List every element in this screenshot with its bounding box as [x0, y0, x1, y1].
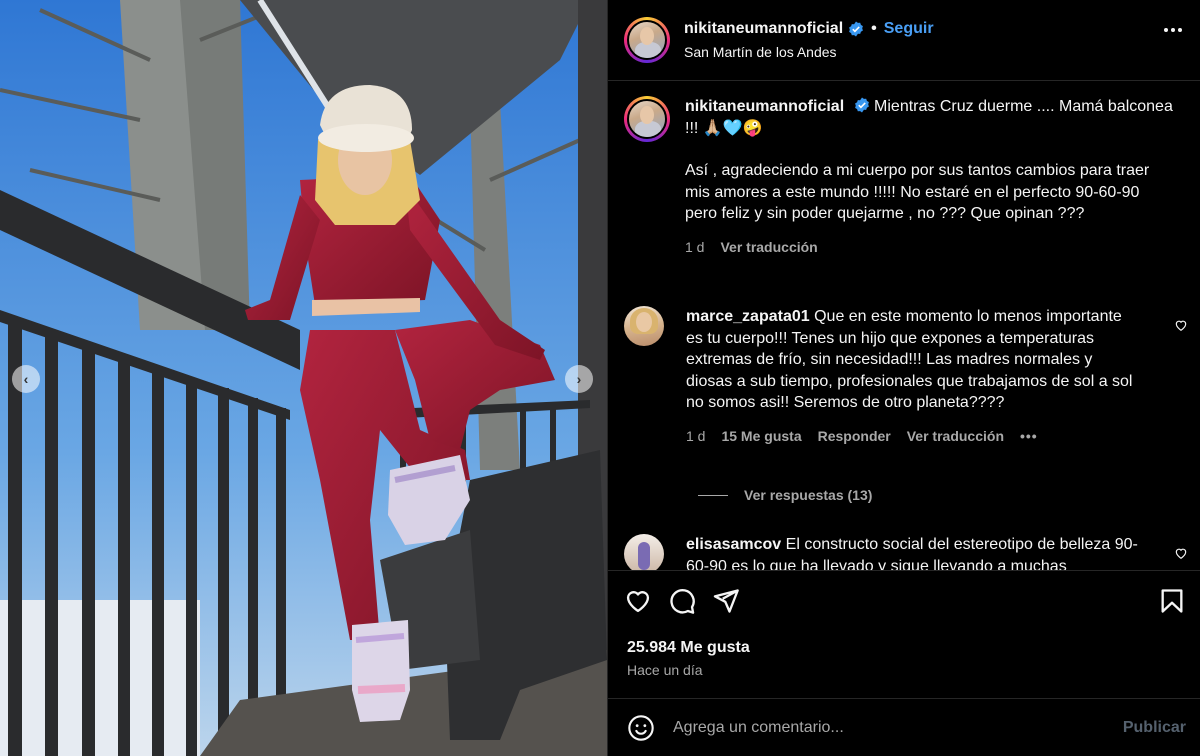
- caption-avatar[interactable]: [624, 96, 670, 142]
- caption-translate-link[interactable]: Ver traducción: [720, 237, 817, 259]
- commenter-username[interactable]: marce_zapata01: [686, 308, 810, 325]
- comment-input[interactable]: [673, 718, 1093, 737]
- comment-like-heart-icon[interactable]: [1174, 546, 1188, 560]
- publish-button[interactable]: Publicar: [1123, 719, 1186, 737]
- comment-item: elisasamcov El constructo social del est…: [624, 534, 1141, 570]
- verified-icon: [854, 97, 870, 113]
- post-details-panel: nikitaneumannoficial • Seguir San Martín…: [607, 0, 1200, 756]
- comments-list[interactable]: nikitaneumannoficial Mientras Cruz duerm…: [608, 82, 1200, 570]
- heart-icon[interactable]: [624, 587, 652, 615]
- post-timestamp: Hace un día: [627, 662, 703, 678]
- more-options-icon[interactable]: [1164, 28, 1182, 32]
- reply-button[interactable]: Responder: [818, 426, 891, 448]
- previous-photo-button[interactable]: ‹: [12, 365, 40, 393]
- comment-item: marce_zapata01 Que en este momento lo me…: [624, 306, 1141, 447]
- comment-translate-link[interactable]: Ver traducción: [907, 426, 1004, 448]
- likes-count[interactable]: 25.984 Me gusta: [627, 639, 750, 657]
- replies-divider: [698, 494, 728, 496]
- comment-likes[interactable]: 15 Me gusta: [721, 426, 801, 448]
- comment-composer: Publicar: [608, 698, 1200, 756]
- share-icon[interactable]: [712, 587, 740, 615]
- emoji-icon[interactable]: [627, 714, 655, 742]
- commenter-avatar[interactable]: [624, 534, 664, 570]
- caption: nikitaneumannoficial Mientras Cruz duerm…: [624, 96, 1175, 258]
- caption-username[interactable]: nikitaneumannoficial: [685, 98, 844, 115]
- commenter-avatar[interactable]: [624, 306, 664, 346]
- post-header: nikitaneumannoficial • Seguir San Martín…: [608, 0, 1200, 81]
- caption-text-line2: Así , agradeciendo a mi cuerpo por sus t…: [685, 162, 1150, 222]
- comment-more-icon[interactable]: •••: [1020, 426, 1038, 448]
- comment-icon[interactable]: [668, 587, 696, 615]
- instagram-post: ‹ › nikitaneumannoficial • Seguir San Ma…: [0, 0, 1200, 756]
- comment-time: 1 d: [686, 427, 706, 444]
- next-photo-button[interactable]: ›: [565, 365, 593, 393]
- caption-time: 1 d: [685, 238, 705, 255]
- verified-icon: [848, 21, 864, 37]
- commenter-username[interactable]: elisasamcov: [686, 536, 781, 553]
- photo-scene: [0, 0, 607, 756]
- view-replies-label: Ver respuestas (13): [744, 487, 873, 503]
- bookmark-icon[interactable]: [1158, 587, 1186, 615]
- post-photo[interactable]: ‹ ›: [0, 0, 607, 756]
- post-actions: 25.984 Me gusta Hace un día: [608, 570, 1200, 698]
- author-username[interactable]: nikitaneumannoficial: [684, 20, 843, 38]
- author-meta: nikitaneumannoficial • Seguir San Martín…: [684, 20, 934, 60]
- post-location[interactable]: San Martín de los Andes: [684, 44, 934, 60]
- view-replies-button[interactable]: Ver respuestas (13): [698, 487, 872, 503]
- separator-dot: •: [871, 20, 877, 37]
- author-avatar[interactable]: [624, 17, 670, 63]
- follow-button[interactable]: Seguir: [884, 20, 934, 38]
- comment-like-heart-icon[interactable]: [1174, 318, 1188, 332]
